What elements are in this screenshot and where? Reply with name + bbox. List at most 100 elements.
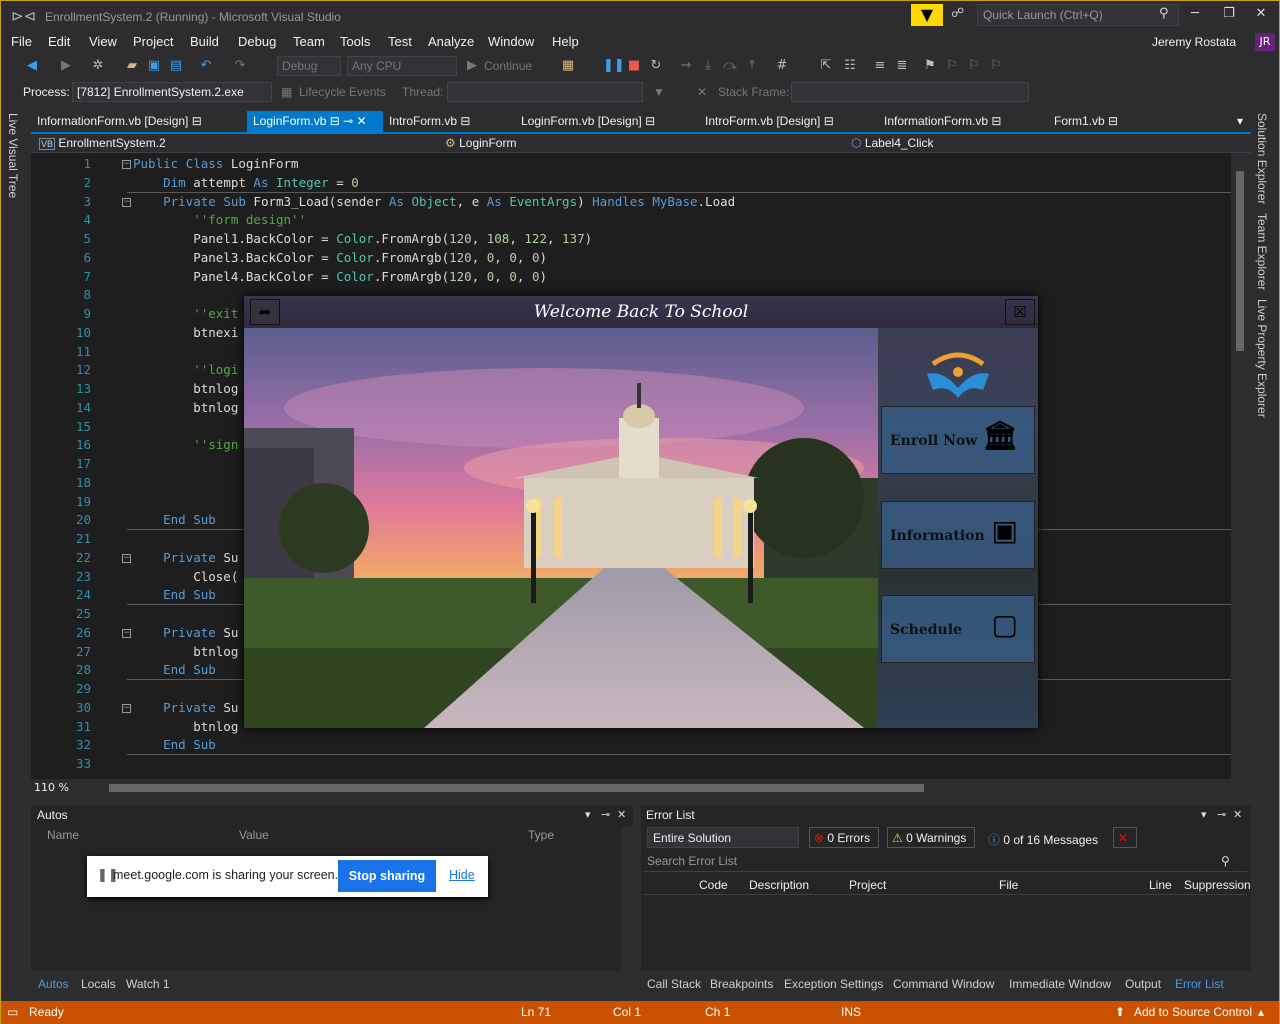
layout-icon[interactable]: ⇱	[817, 57, 835, 75]
uncomment-icon[interactable]: ≣	[893, 57, 911, 75]
open-file-icon[interactable]: ▰	[123, 57, 141, 75]
platform-select[interactable]: Any CPU	[347, 56, 457, 76]
error-list-search-input[interactable]: Search Error List	[643, 852, 1247, 872]
maximize-button[interactable]: ❐	[1217, 6, 1241, 26]
step-over-icon[interactable]: ⤼	[721, 57, 739, 75]
minimize-button[interactable]: ─	[1183, 6, 1207, 26]
error-list-dropdown-icon[interactable]: ▾	[1201, 808, 1207, 821]
menu-team[interactable]: Team	[293, 34, 325, 49]
zoom-level[interactable]: 110 %	[34, 781, 69, 794]
autos-close-icon[interactable]: ✕	[617, 808, 626, 821]
hide-link[interactable]: Hide	[449, 868, 475, 882]
thread-select[interactable]	[447, 82, 643, 102]
member-select[interactable]: ⬡ Label4_Click	[847, 135, 1249, 152]
fold-toggle-icon[interactable]: −	[122, 197, 131, 207]
tab-command-window[interactable]: Command Window	[893, 977, 994, 991]
autos-scrollbar[interactable]	[621, 827, 633, 971]
redo-icon[interactable]: ↷	[231, 57, 249, 75]
error-list-pin-icon[interactable]: ⊸	[1217, 808, 1226, 821]
error-list-close-icon[interactable]: ✕	[1233, 808, 1242, 821]
schedule-button[interactable]: Schedule ▢	[881, 595, 1035, 663]
debug-target-icon[interactable]: ▦	[559, 57, 577, 75]
menu-view[interactable]: View	[89, 34, 117, 49]
feedback-icon[interactable]: ☍	[951, 6, 971, 24]
horizontal-scroll-thumb[interactable]	[109, 784, 924, 792]
autos-dropdown-icon[interactable]: ▾	[585, 808, 591, 821]
menu-file[interactable]: File	[11, 34, 32, 49]
tab-immediate-window[interactable]: Immediate Window	[1009, 977, 1111, 991]
vertical-scroll-thumb[interactable]	[1236, 171, 1244, 351]
tab-exception-settings[interactable]: Exception Settings	[784, 977, 883, 991]
warnings-filter-button[interactable]: ⚠ 0 Warnings	[887, 827, 975, 848]
add-to-source-control-button[interactable]: Add to Source Control	[1134, 1005, 1252, 1019]
menu-test[interactable]: Test	[388, 34, 412, 49]
next-bookmark-icon[interactable]: ⚐	[965, 57, 983, 75]
format-icon[interactable]: ☷	[841, 57, 859, 75]
configuration-select[interactable]: Debug	[277, 56, 341, 76]
errors-filter-button[interactable]: ⊗ 0 Errors	[809, 827, 879, 848]
undo-icon[interactable]: ↶	[197, 57, 215, 75]
class-select[interactable]: ⚙ LoginForm	[441, 135, 843, 152]
fold-toggle-icon[interactable]: −	[122, 703, 131, 713]
col-project[interactable]: Project	[849, 878, 886, 892]
stack-frame-select[interactable]	[791, 82, 1029, 102]
save-all-icon[interactable]: ▤	[167, 57, 185, 75]
team-explorer-tab[interactable]: Team Explorer	[1255, 213, 1269, 290]
menu-build[interactable]: Build	[190, 34, 219, 49]
tab-error-list[interactable]: Error List	[1175, 977, 1224, 991]
step-into-icon[interactable]: ⤓	[699, 57, 717, 75]
tab-locals[interactable]: Locals	[81, 977, 116, 991]
close-window-button[interactable]: ✕	[1249, 6, 1273, 26]
col-line[interactable]: Line	[1149, 878, 1172, 892]
solution-explorer-tab[interactable]: Solution Explorer	[1255, 113, 1269, 204]
menu-project[interactable]: Project	[133, 34, 173, 49]
process-select[interactable]: [7812] EnrollmentSystem.2.exe	[72, 82, 272, 102]
pin-icon[interactable]: ⊸	[343, 114, 353, 128]
restart-icon[interactable]: ↻	[647, 57, 665, 75]
fold-toggle-icon[interactable]: −	[122, 160, 131, 169]
prev-bookmark-icon[interactable]: ⚐	[943, 57, 961, 75]
lifecycle-events-button[interactable]: Lifecycle Events	[299, 85, 386, 99]
tab-introform-code[interactable]: IntroForm.vb ⊟	[383, 111, 476, 133]
live-visual-tree-tab[interactable]: Live Visual Tree	[6, 113, 20, 198]
menu-tools[interactable]: Tools	[340, 34, 370, 49]
continue-button[interactable]: Continue	[484, 59, 532, 73]
tab-informationform-design[interactable]: InformationForm.vb [Design] ⊟	[31, 111, 208, 133]
fold-toggle-icon[interactable]: −	[122, 553, 131, 563]
clear-bookmarks-icon[interactable]: ⚐	[987, 57, 1005, 75]
user-name[interactable]: Jeremy Rostata	[1152, 35, 1236, 49]
col-suppression[interactable]: Suppression	[1184, 878, 1251, 892]
tab-breakpoints[interactable]: Breakpoints	[710, 977, 773, 991]
menu-window[interactable]: Window	[488, 34, 534, 49]
information-button[interactable]: Information ▣	[881, 501, 1035, 569]
col-file[interactable]: File	[999, 878, 1018, 892]
tab-introform-design[interactable]: IntroForm.vb [Design] ⊟	[699, 111, 840, 133]
notifications-filter-icon[interactable]: ▼	[911, 4, 943, 26]
col-code[interactable]: Code	[699, 878, 728, 892]
close-form-button[interactable]: ☒	[1005, 299, 1035, 325]
tab-overflow-icon[interactable]: ▾	[1231, 111, 1249, 133]
quick-launch-input[interactable]: Quick Launch (Ctrl+Q)	[977, 4, 1179, 26]
source-control-dropdown-icon[interactable]: ▴	[1258, 1005, 1264, 1019]
tab-watch-1[interactable]: Watch 1	[126, 977, 170, 991]
show-next-statement-icon[interactable]: →	[677, 57, 695, 75]
tab-autos[interactable]: Autos	[38, 977, 69, 991]
bookmark-icon[interactable]: ⚑	[921, 57, 939, 75]
pause-icon[interactable]: ❚❚	[603, 57, 625, 75]
stop-icon[interactable]: ■	[625, 57, 643, 75]
autos-pin-icon[interactable]: ⊸	[601, 808, 610, 821]
stop-sharing-button[interactable]: Stop sharing	[338, 860, 436, 892]
tab-output[interactable]: Output	[1125, 977, 1161, 991]
fold-toggle-icon[interactable]: −	[122, 628, 131, 638]
save-icon[interactable]: ▣	[145, 57, 163, 75]
error-scope-select[interactable]: Entire Solution	[647, 827, 799, 848]
tab-form1-code[interactable]: Form1.vb ⊟	[1048, 111, 1124, 133]
comment-icon[interactable]: ≡	[871, 57, 889, 75]
menu-analyze[interactable]: Analyze	[428, 34, 474, 49]
tab-loginform-design[interactable]: LoginForm.vb [Design] ⊟	[515, 111, 661, 133]
back-icon[interactable]: ◀	[23, 57, 41, 75]
close-tab-icon[interactable]: ✕	[357, 114, 367, 128]
forward-icon[interactable]: ▶	[57, 57, 75, 75]
filter-icon[interactable]: ▼	[653, 85, 665, 99]
tab-loginform-code[interactable]: LoginForm.vb ⊟ ⊸ ✕	[247, 111, 383, 133]
